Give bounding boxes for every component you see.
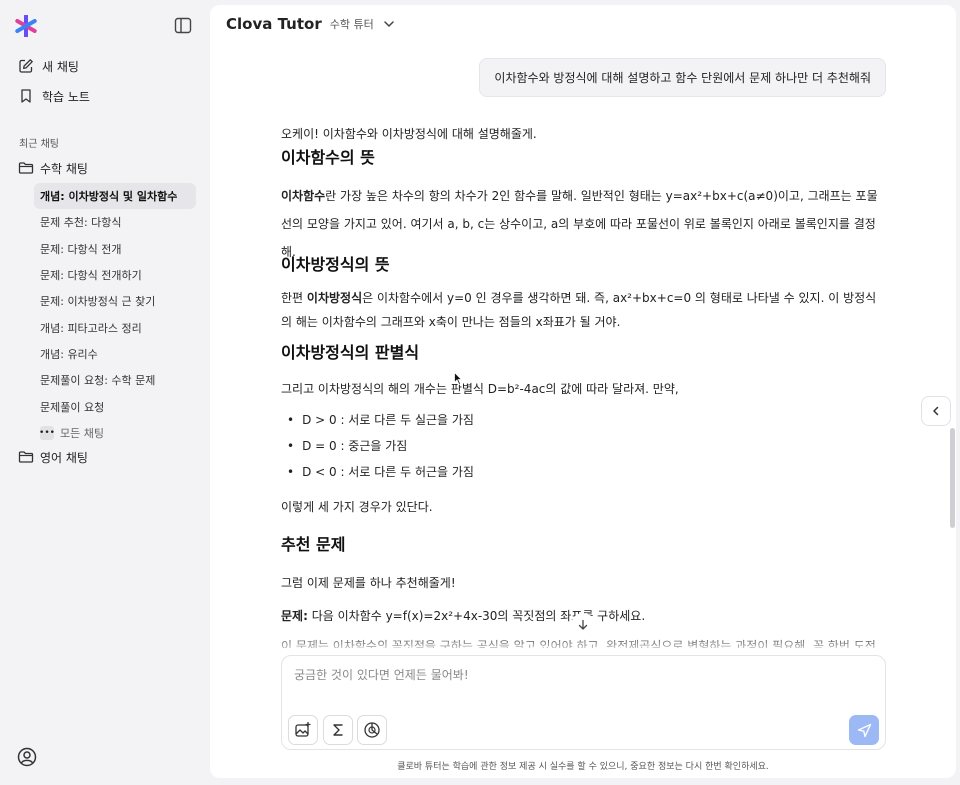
paragraph-discriminant: 그리고 이차방정식의 해의 개수는 판별식 D=b²-4ac의 값에 따라 달라… <box>281 382 679 396</box>
chat-item-concept-quadratic[interactable]: 개념: 이차방정식 및 일차함수 <box>34 183 196 210</box>
chat-item-polynomial-expansion[interactable]: 문제: 다항식 전개 <box>34 236 196 262</box>
arrow-down-icon <box>578 619 588 630</box>
math-chat-list: 개념: 이차방정식 및 일차함수 문제 추천: 다항식 문제: 다항식 전개 문… <box>34 183 196 446</box>
study-notes-button[interactable]: 학습 노트 <box>18 84 90 108</box>
disclaimer-text: 클로바 튜터는 학습에 관한 정보 제공 시 실수를 할 수 있으니, 중요한 … <box>397 762 769 772</box>
scroll-to-bottom-button[interactable] <box>571 613 595 637</box>
paragraph-quadratic-equation-pre: 한편 <box>281 291 307 305</box>
edit-icon <box>19 59 33 73</box>
chat-item-rational-numbers[interactable]: 개념: 유리수 <box>34 341 196 367</box>
chevron-down-icon[interactable] <box>382 17 396 31</box>
tutor-mode-label[interactable]: 수학 튜터 <box>330 16 374 32</box>
sigma-icon <box>333 724 343 736</box>
chat-item-recommend-polynomial[interactable]: 문제 추천: 다항식 <box>34 209 196 235</box>
folder-math-label: 수학 채팅 <box>40 161 88 176</box>
image-add-icon <box>295 722 311 737</box>
brand-title: Clova Tutor <box>226 15 322 33</box>
sidebar-collapse-icon[interactable] <box>174 17 192 34</box>
chat-item-pythagoras[interactable]: 개념: 피타고라스 정리 <box>34 314 196 340</box>
chat-item-polynomial-expanding[interactable]: 문제: 다항식 전개하기 <box>34 262 196 288</box>
mouse-cursor-icon <box>454 372 462 385</box>
send-icon <box>857 723 871 737</box>
send-button[interactable] <box>849 715 879 745</box>
paragraph-recommend: 그럼 이제 문제를 하나 추천해줄게! <box>281 576 456 590</box>
discriminant-list: D > 0 : 서로 다른 두 실근을 가짐 D = 0 : 중근을 가짐 D … <box>281 402 886 498</box>
paragraph-quadratic-equation-text: 은 이차함수에서 y=0 인 경우를 생각하면 돼. 즉, ax²+bx+c=0… <box>281 291 877 329</box>
assistant-message: 오케이! 이차함수와 이차방정식에 대해 설명해줄게. 이차함수의 뜻 이차함수… <box>281 125 886 648</box>
study-notes-label: 학습 노트 <box>42 89 90 104</box>
image-upload-button[interactable] <box>288 715 318 745</box>
all-chats-label: 모든 채팅 <box>60 426 104 440</box>
logo-icon[interactable] <box>15 15 37 37</box>
graph-icon <box>364 722 380 738</box>
all-chats-button[interactable]: ••• 모든 채팅 <box>34 420 196 446</box>
new-chat-label: 새 채팅 <box>42 59 79 74</box>
new-chat-button[interactable]: 새 채팅 <box>18 54 79 78</box>
content-fade <box>270 633 910 655</box>
folder-english-chats[interactable]: 영어 채팅 <box>18 446 88 468</box>
chat-header: Clova Tutor 수학 튜터 <box>226 15 396 33</box>
list-item: D = 0 : 중근을 가짐 <box>301 434 886 460</box>
heading-recommended-problem: 추천 문제 <box>281 535 346 554</box>
sidebar: 새 채팅 학습 노트 최근 채팅 수학 채팅 개념: 이차방정식 및 일차함수 … <box>0 0 208 785</box>
chevron-left-icon <box>933 406 939 416</box>
user-message: 이차함수와 방정식에 대해 설명하고 함수 단원에서 문제 하나만 더 추천해줘 <box>479 58 886 97</box>
paragraph-quadratic-equation: 한편 이차방정식은 이차함수에서 y=0 인 경우를 생각하면 돼. 즉, ax… <box>281 286 886 334</box>
answer-intro: 오케이! 이차함수와 이차방정식에 대해 설명해줄게. <box>281 127 537 141</box>
problem-label: 문제: <box>281 609 308 623</box>
side-panel-toggle-button[interactable] <box>921 396 951 426</box>
paragraph-quadratic-function: 이차함수란 가장 높은 차수의 항의 차수가 2인 함수를 말해. 일반적인 형… <box>281 182 886 259</box>
list-item: D < 0 : 서로 다른 두 허근을 가짐 <box>301 460 886 486</box>
folder-english-label: 영어 채팅 <box>40 450 88 465</box>
chat-item-solve-math-problem[interactable]: 문제풀이 요청: 수학 문제 <box>34 367 196 393</box>
chat-panel: Clova Tutor 수학 튜터 이차함수와 방정식에 대해 설명하고 함수 … <box>210 5 956 778</box>
chat-item-solve-request[interactable]: 문제풀이 요청 <box>34 393 196 419</box>
term-quadratic-function: 이차함수 <box>281 189 326 203</box>
bookmark-icon <box>21 89 31 103</box>
paragraph-three-cases: 이렇게 세 가지 경우가 있단다. <box>281 500 433 514</box>
folder-icon <box>18 451 34 463</box>
scrollbar-thumb[interactable] <box>950 428 955 528</box>
graph-button[interactable] <box>357 715 387 745</box>
folder-math-chats[interactable]: 수학 채팅 <box>18 157 88 179</box>
heading-quadratic-equation: 이차방정식의 뜻 <box>281 255 390 274</box>
recent-chats-label: 최근 채팅 <box>19 139 59 150</box>
term-quadratic-equation: 이차방정식 <box>306 291 363 305</box>
chat-item-quadratic-roots[interactable]: 문제: 이차방정식 근 찾기 <box>34 288 196 314</box>
message-input[interactable] <box>294 666 854 688</box>
folder-icon <box>18 162 34 174</box>
message-composer <box>281 655 886 750</box>
heading-quadratic-function: 이차함수의 뜻 <box>281 148 375 167</box>
heading-discriminant: 이차방정식의 판별식 <box>281 343 420 362</box>
user-icon[interactable] <box>17 747 37 767</box>
more-icon: ••• <box>39 425 55 440</box>
list-item: D > 0 : 서로 다른 두 실근을 가짐 <box>301 408 886 434</box>
math-formula-button[interactable] <box>323 715 353 745</box>
